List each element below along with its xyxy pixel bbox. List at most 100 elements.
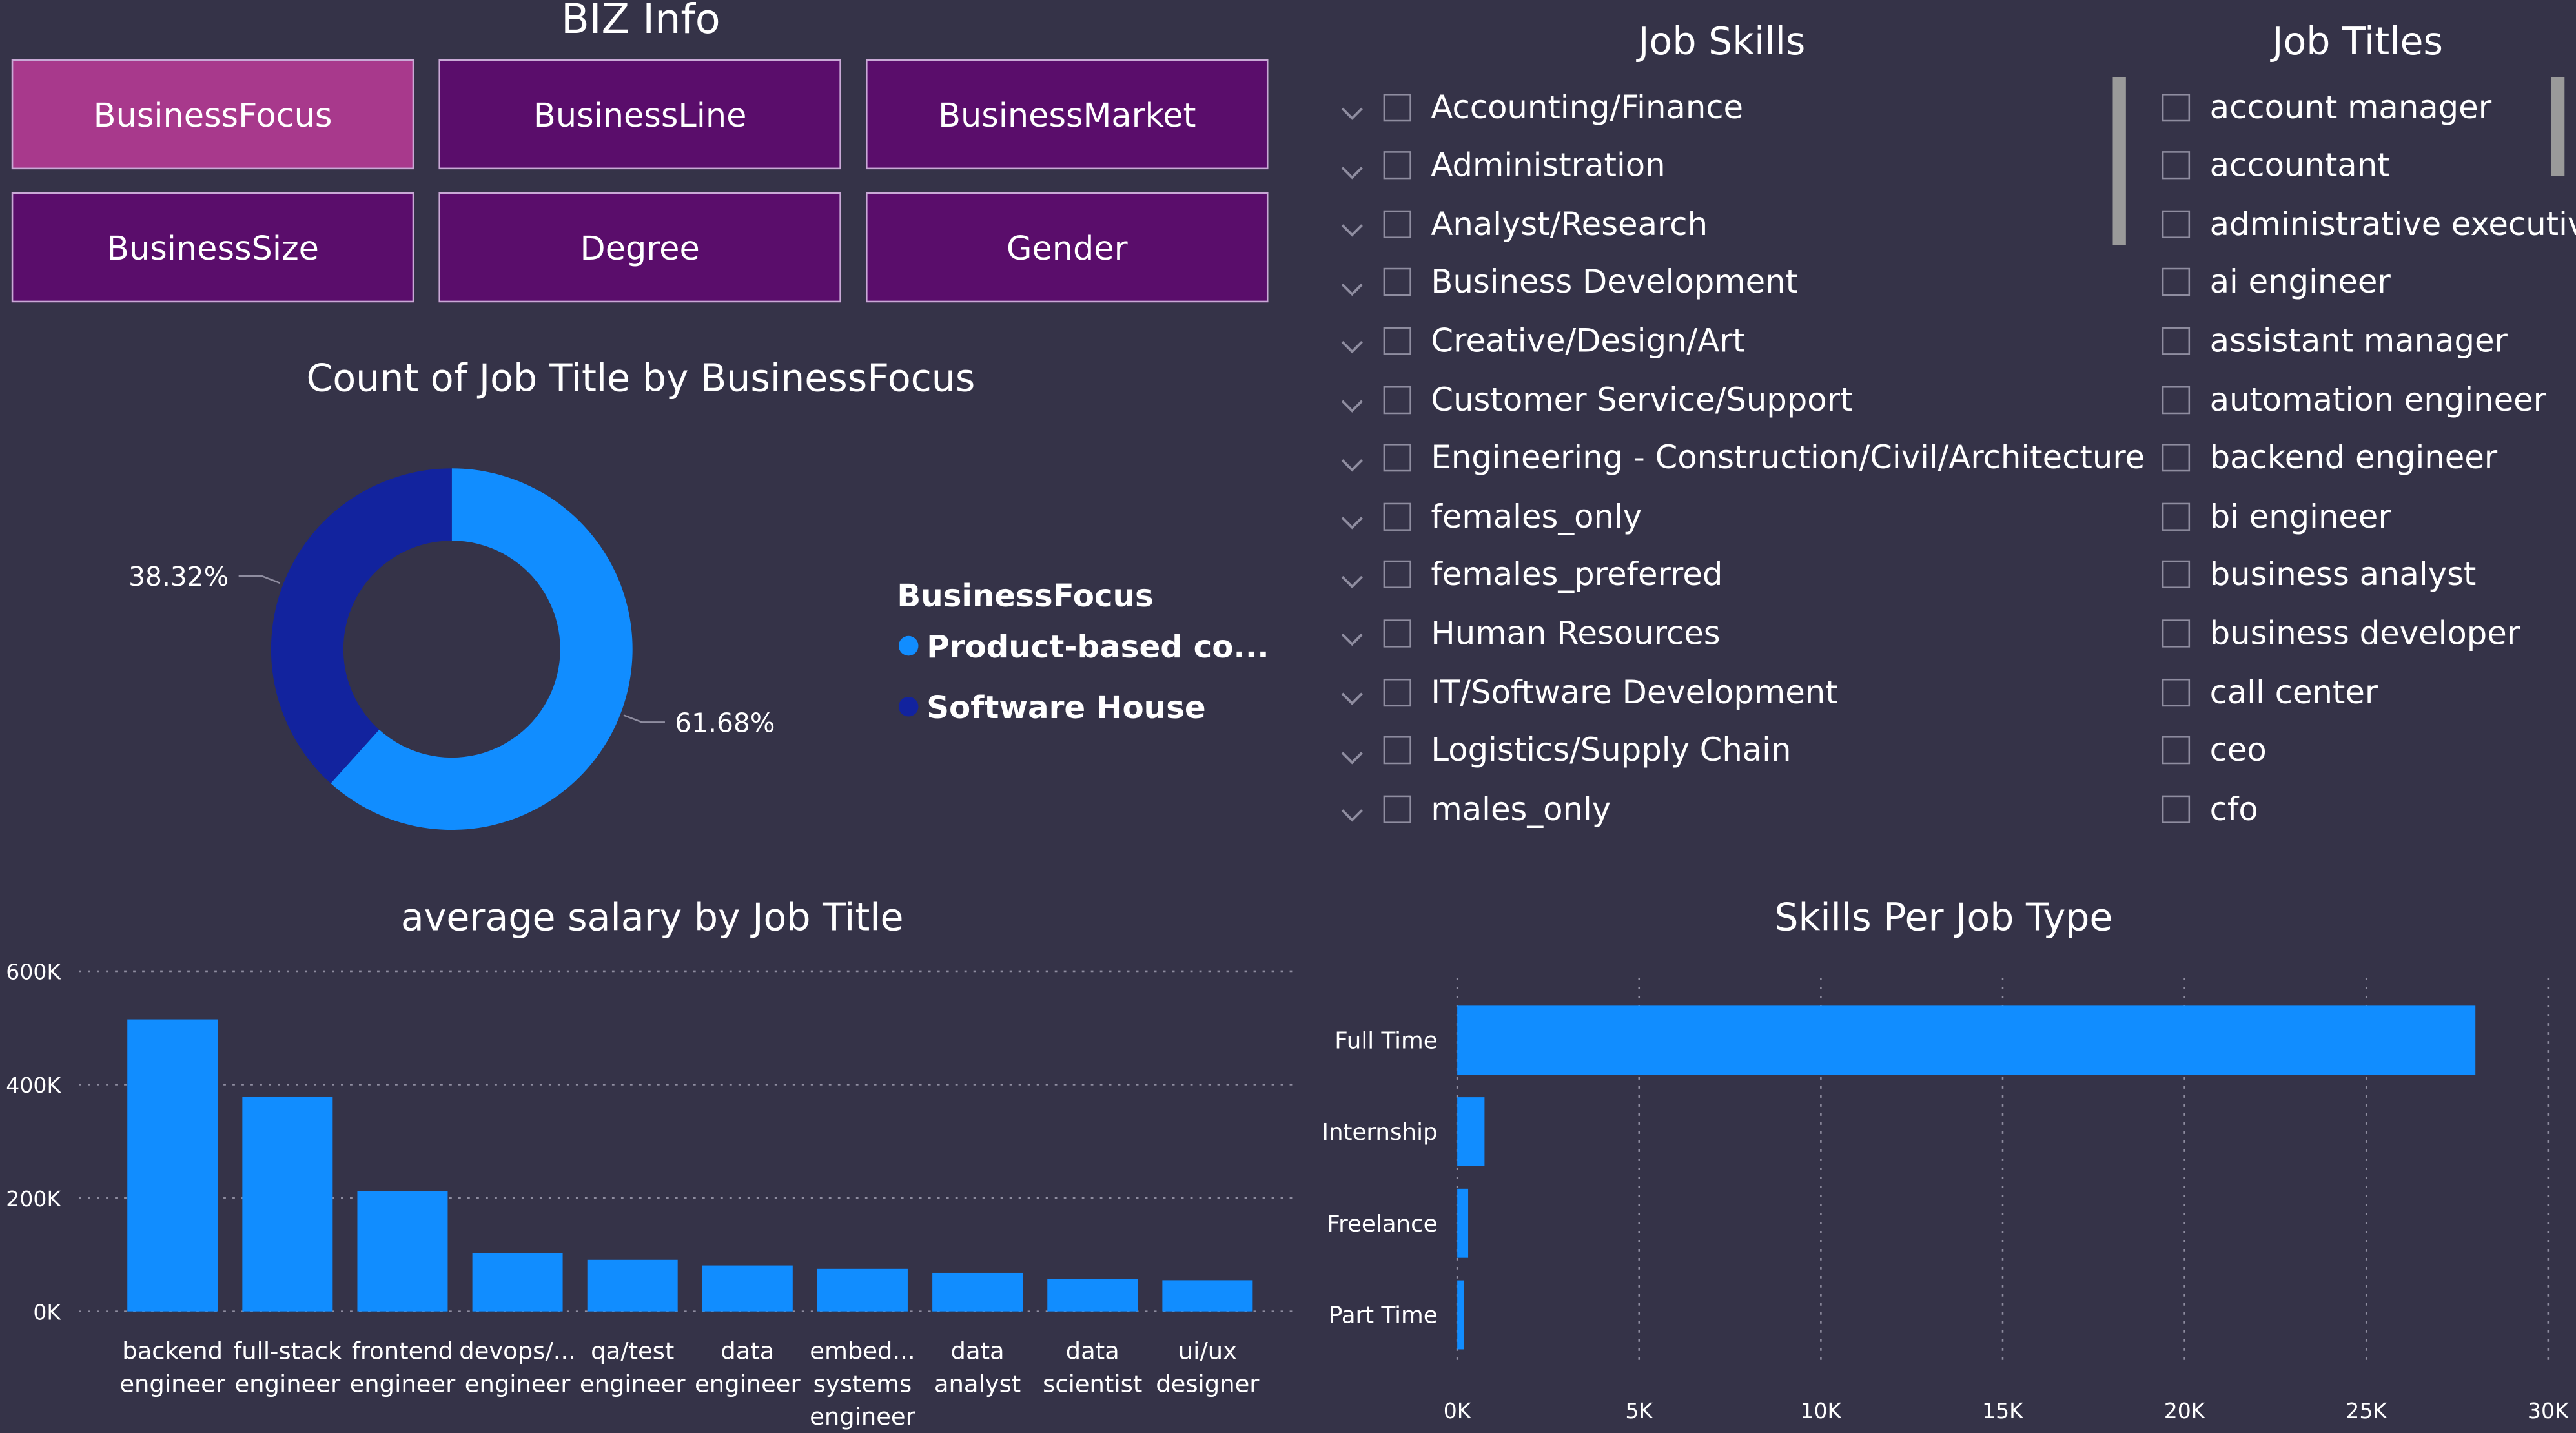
checkbox[interactable] [2162, 561, 2191, 589]
job-skill-item[interactable]: Analyst/Research [1340, 199, 1708, 248]
job-title-item[interactable]: assistant manager [2162, 316, 2508, 366]
job-type-bar[interactable] [1457, 1280, 1464, 1350]
legend-item[interactable]: Product-based co... [926, 629, 1269, 665]
chevron-down-icon[interactable] [1340, 154, 1364, 179]
checkbox[interactable] [1383, 502, 1411, 531]
chevron-down-icon[interactable] [1340, 681, 1364, 705]
checkbox[interactable] [1383, 619, 1411, 648]
salary-bar[interactable] [127, 1019, 218, 1312]
job-skill-item[interactable]: Administration [1340, 141, 1666, 190]
job-skill-item[interactable]: Engineering - Construction/Civil/Archite… [1340, 433, 2145, 482]
checkbox[interactable] [1383, 385, 1411, 413]
salary-chart-title: average salary by Job Title [400, 897, 904, 940]
legend-item[interactable]: Software House [926, 690, 1205, 726]
job-skill-item[interactable]: Accounting/Finance [1340, 82, 1743, 131]
checkbox[interactable] [2162, 677, 2191, 706]
job-title-item[interactable]: cfo [2162, 784, 2258, 833]
businesssize-button[interactable]: BusinessSize [11, 192, 414, 303]
checkbox[interactable] [1383, 209, 1411, 238]
checkbox[interactable] [2162, 327, 2191, 355]
job-skill-item[interactable]: Logistics/Supply Chain [1340, 726, 1791, 775]
job-skill-item[interactable]: IT/Software Development [1340, 667, 1838, 716]
job-type-bar[interactable] [1457, 1005, 2476, 1075]
job-title-item[interactable]: automation engineer [2162, 375, 2546, 424]
donut-data-label: 61.68% [675, 708, 775, 739]
job-title-item[interactable]: accountant [2162, 141, 2390, 190]
degree-button[interactable]: Degree [438, 192, 841, 303]
chevron-down-icon[interactable] [1340, 446, 1364, 471]
checkbox[interactable] [2162, 385, 2191, 413]
checkbox[interactable] [2162, 209, 2191, 238]
job-skill-item[interactable]: females_only [1340, 491, 1642, 541]
chevron-down-icon[interactable] [1340, 505, 1364, 530]
businessfocus-button[interactable]: BusinessFocus [11, 59, 414, 170]
job-title-item[interactable]: ceo [2162, 726, 2267, 775]
salary-bar[interactable] [242, 1097, 333, 1312]
checkbox[interactable] [1383, 327, 1411, 355]
checkbox[interactable] [1383, 561, 1411, 589]
checkbox[interactable] [2162, 502, 2191, 531]
chevron-down-icon[interactable] [1340, 388, 1364, 413]
job-skill-item[interactable]: Customer Service/Support [1340, 375, 1853, 424]
job-type-bar[interactable] [1457, 1097, 1485, 1166]
job-skill-label: Human Resources [1431, 614, 1721, 652]
gender-button[interactable]: Gender [866, 192, 1269, 303]
salary-bar[interactable] [472, 1253, 563, 1312]
checkbox[interactable] [2162, 444, 2191, 472]
job-title-item[interactable]: bi engineer [2162, 491, 2391, 541]
checkbox[interactable] [2162, 92, 2191, 121]
job-title-label: ai engineer [2209, 263, 2391, 302]
job-skill-item[interactable]: females_preferred [1340, 550, 1722, 599]
salary-bar[interactable] [1047, 1279, 1138, 1312]
chevron-down-icon[interactable] [1340, 563, 1364, 588]
job-titles-scrollbar[interactable] [2551, 77, 2565, 176]
checkbox[interactable] [1383, 794, 1411, 823]
donut-slice[interactable] [271, 468, 452, 784]
checkbox[interactable] [1383, 736, 1411, 765]
job-skill-item[interactable]: males_only [1340, 784, 1611, 833]
x-tick-label: 10K [1800, 1398, 1842, 1423]
checkbox[interactable] [2162, 268, 2191, 296]
chevron-down-icon[interactable] [1340, 622, 1364, 647]
job-type-bar[interactable] [1457, 1188, 1469, 1258]
job-skill-item[interactable]: Creative/Design/Art [1340, 316, 1745, 366]
job-title-item[interactable]: ai engineer [2162, 258, 2391, 307]
salary-bar[interactable] [932, 1272, 1023, 1312]
chevron-down-icon[interactable] [1340, 798, 1364, 822]
job-title-item[interactable]: business developer [2162, 609, 2520, 658]
salary-bar[interactable] [1162, 1280, 1253, 1312]
checkbox[interactable] [2162, 151, 2191, 180]
businessmarket-button[interactable]: BusinessMarket [866, 59, 1269, 170]
job-title-item[interactable]: business analyst [2162, 550, 2476, 599]
x-tick-label: engineer [465, 1370, 571, 1397]
job-skills-scrollbar[interactable] [2112, 77, 2126, 245]
checkbox[interactable] [1383, 92, 1411, 121]
job-skill-label: males_only [1431, 790, 1611, 828]
checkbox[interactable] [2162, 794, 2191, 823]
salary-bar[interactable] [817, 1268, 908, 1312]
job-title-item[interactable]: administrative executive [2162, 199, 2576, 248]
chevron-down-icon[interactable] [1340, 271, 1364, 296]
checkbox[interactable] [2162, 619, 2191, 648]
chevron-down-icon[interactable] [1340, 96, 1364, 120]
job-title-item[interactable]: backend engineer [2162, 433, 2497, 482]
checkbox[interactable] [1383, 151, 1411, 180]
checkbox[interactable] [1383, 677, 1411, 706]
chevron-down-icon[interactable] [1340, 212, 1364, 238]
chevron-down-icon[interactable] [1340, 739, 1364, 764]
job-skill-label: Customer Service/Support [1431, 380, 1853, 418]
job-skill-item[interactable]: Human Resources [1340, 609, 1721, 658]
checkbox[interactable] [1383, 444, 1411, 472]
checkbox[interactable] [1383, 268, 1411, 296]
salary-bar[interactable] [587, 1259, 678, 1312]
job-skill-item[interactable]: Business Development [1340, 258, 1798, 307]
businessline-button[interactable]: BusinessLine [438, 59, 841, 170]
checkbox[interactable] [2162, 736, 2191, 765]
salary-bar[interactable] [357, 1191, 448, 1312]
chevron-down-icon[interactable] [1340, 329, 1364, 355]
job-title-item[interactable]: account manager [2162, 82, 2491, 131]
x-tick-label: frontend [352, 1337, 453, 1365]
x-tick-label: scientist [1043, 1370, 1142, 1397]
salary-bar[interactable] [702, 1265, 793, 1312]
job-title-item[interactable]: call center [2162, 667, 2378, 716]
